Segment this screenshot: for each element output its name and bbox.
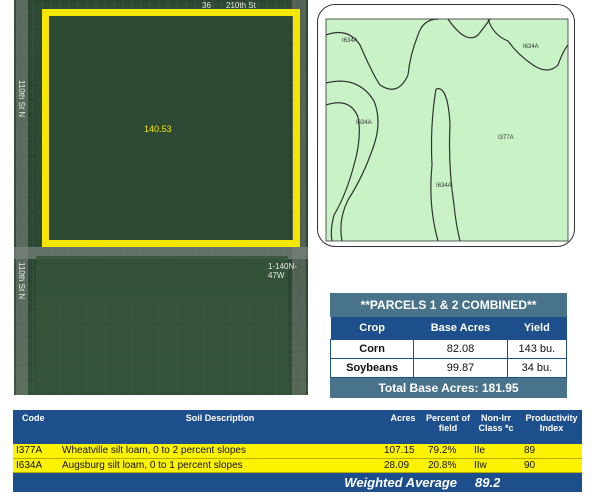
soil-percent: 79.2% — [425, 444, 471, 459]
table-row: I377A Wheatville silt loam, 0 to 2 perce… — [13, 444, 582, 459]
weighted-average-label: Weighted Average — [13, 472, 471, 492]
soil-code: I377A — [13, 444, 59, 459]
soil-map-label: I377A — [498, 135, 514, 141]
table-row: Corn 82.08 143 bu. — [329, 338, 568, 359]
percent-header: Percent of field — [425, 410, 471, 444]
weighted-average-row: Weighted Average 89.2 — [13, 472, 582, 492]
left-road-label-upper: 110th St N — [17, 80, 26, 118]
soil-map-label: I634A — [342, 38, 358, 44]
code-header: Code — [13, 410, 59, 444]
acres-header: Acres — [381, 410, 425, 444]
crop-name: Soybeans — [329, 357, 415, 378]
weighted-average-value: 89.2 — [471, 472, 582, 492]
right-marker-label: 1-140N-47W — [268, 262, 297, 280]
soil-map-label: I634A — [436, 183, 452, 189]
soil-map-label: I634A — [523, 44, 539, 50]
base-acres-header: Base Acres — [413, 317, 508, 339]
base-acres: 99.87 — [413, 357, 508, 378]
left-road-label-lower: 110th St N — [17, 262, 26, 300]
base-acres: 82.08 — [413, 338, 508, 359]
road-west — [16, 0, 28, 395]
total-base-acres: Total Base Acres: 181.95 — [330, 377, 567, 398]
table-row: Soybeans 99.87 34 bu. — [329, 357, 568, 378]
corner-code-label: 36 — [202, 1, 211, 10]
crop-header: Crop — [330, 317, 414, 339]
parcels-title: **PARCELS 1 & 2 COMBINED** — [330, 293, 567, 317]
soil-percent: 20.8% — [425, 458, 471, 473]
total-value: 181.95 — [481, 380, 519, 395]
soil-code: I634A — [13, 458, 59, 473]
soil-map: I634A I634A I634A I377A I634A — [317, 4, 575, 247]
parcels-summary: **PARCELS 1 & 2 COMBINED** Crop Base Acr… — [329, 293, 568, 398]
parcels-table: Crop Base Acres Yield Corn 82.08 143 bu.… — [329, 317, 568, 378]
soil-acres: 28.09 — [381, 458, 425, 473]
soil-productivity: 89 — [521, 444, 582, 459]
yield-header: Yield — [507, 317, 567, 339]
soil-table: Code Soil Description Acres Percent of f… — [13, 410, 582, 492]
soil-description: Wheatville silt loam, 0 to 2 percent slo… — [59, 444, 381, 459]
total-label: Total Base Acres: — [378, 380, 479, 395]
aerial-photo: 140.53 36 210th St 110th St N 110th St N… — [14, 0, 308, 395]
crop-name: Corn — [329, 338, 415, 359]
soil-map-label: I634A — [356, 120, 372, 126]
field-south — [36, 256, 288, 392]
yield: 143 bu. — [506, 338, 568, 359]
parcel-acres-label: 140.53 — [144, 124, 172, 134]
soil-nonirr: IIw — [471, 458, 521, 473]
soil-productivity: 90 — [521, 458, 582, 473]
productivity-header: Productivity Index — [521, 410, 582, 444]
top-road-label: 210th St — [226, 1, 256, 10]
yield: 34 bu. — [506, 357, 568, 378]
nonirr-header: Non-Irr Class *c — [471, 410, 521, 444]
description-header: Soil Description — [59, 410, 381, 444]
soil-description: Augsburg silt loam, 0 to 1 percent slope… — [59, 458, 381, 473]
table-row: I634A Augsburg silt loam, 0 to 1 percent… — [13, 458, 582, 473]
soil-nonirr: IIe — [471, 444, 521, 459]
soil-acres: 107.15 — [381, 444, 425, 459]
